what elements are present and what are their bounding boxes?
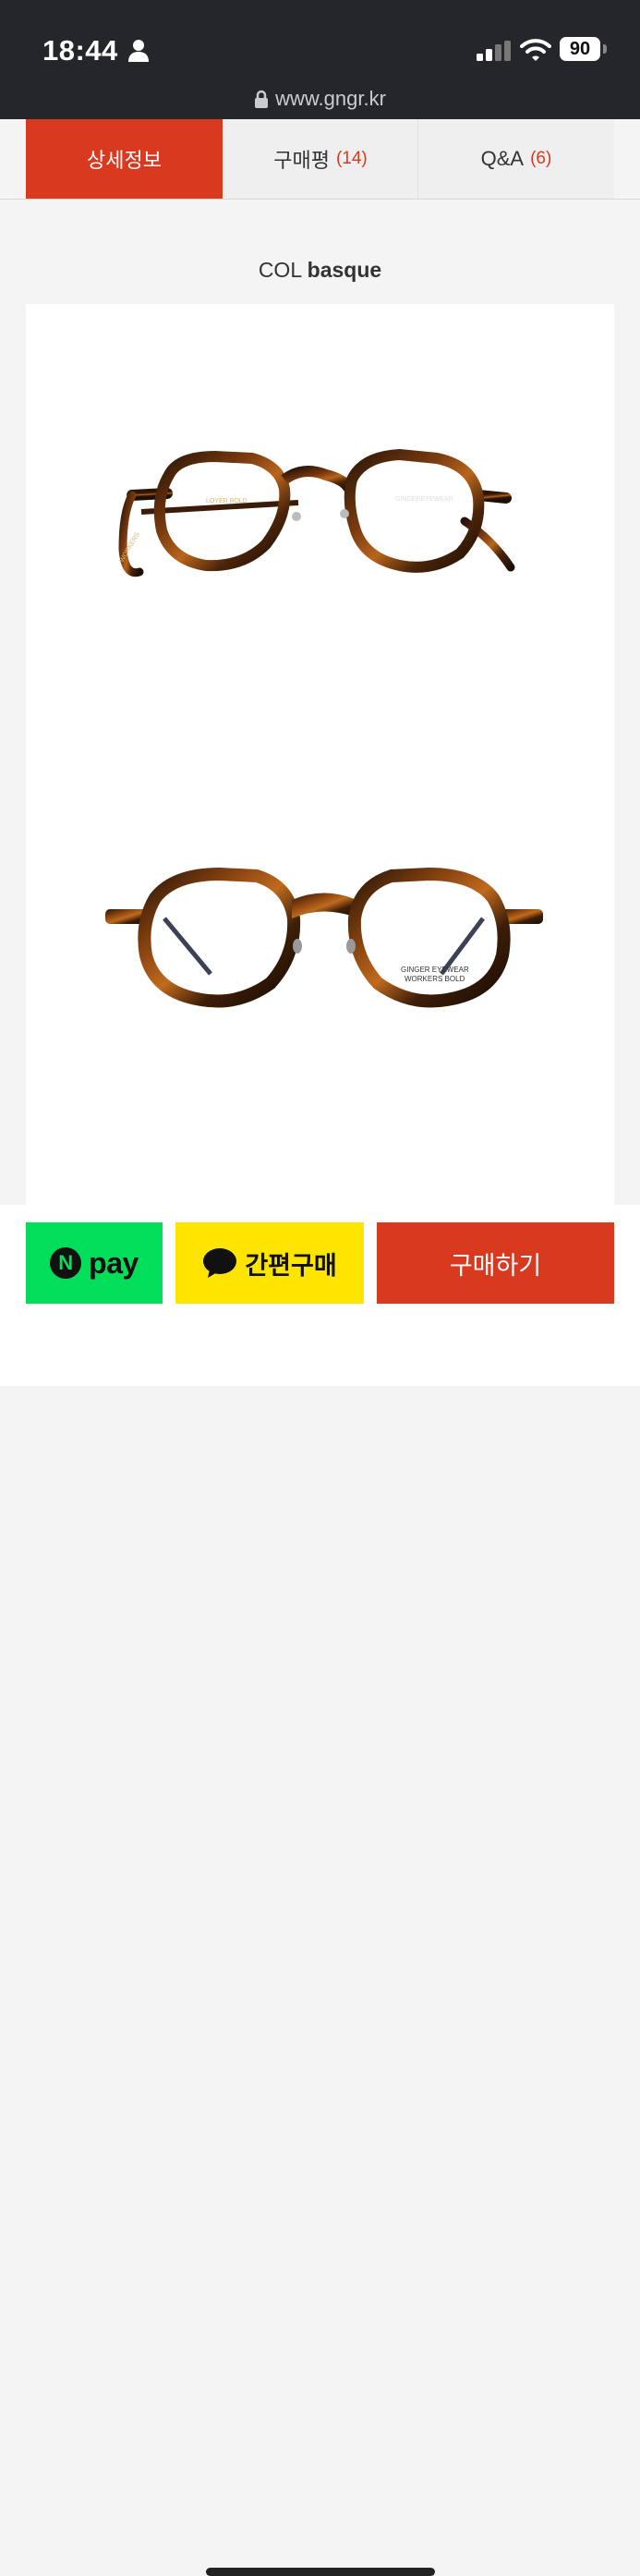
url-bar[interactable]: www.gngr.kr [0,85,640,113]
tab-label: 상세정보 [87,149,162,172]
tab-count: (14) [335,149,368,168]
naver-pay-button[interactable]: N pay [26,1222,163,1304]
lens-logo-line-1: GINGER EYEWEAR [401,966,469,974]
person-icon [128,40,149,62]
battery-indicator: 90 [560,37,608,63]
tab-qna[interactable]: Q&A (6) [418,119,614,199]
glasses-angled-image: LOYER BOLD GINGEREYEWEAR WORKERS [118,448,515,577]
product-name: basque [307,258,382,282]
temple-engraving: LOYER BOLD [206,498,248,504]
buy-now-button[interactable]: 구매하기 [377,1222,614,1304]
wifi-icon [520,39,551,61]
tab-label: Q&A [480,147,525,170]
status-time: 18:44 [42,34,118,67]
kakao-quick-buy-button[interactable]: 간편구매 [175,1222,364,1304]
product-title: COL basque [0,258,640,283]
product-image-panel: LOYER BOLD GINGEREYEWEAR WORKERS GINGER … [26,304,614,1205]
tab-count: (6) [530,149,552,168]
product-prefix: COL [258,258,302,282]
npay-label: pay [89,1245,139,1280]
kakao-quick-buy-label: 간편구매 [245,1251,337,1280]
naver-n-icon: N [50,1247,82,1279]
tab-label: 구매평 [273,149,330,172]
home-indicator[interactable] [206,2568,435,2576]
status-bar: 18:44 90 www.gngr.kr [0,0,640,119]
url-text: www.gngr.kr [275,87,386,110]
lens-logo-line-2: WORKERS BOLD [405,975,465,983]
cellular-signal-icon [477,41,511,61]
product-tabs: 상세정보 구매평 (14) Q&A (6) [0,119,640,200]
battery-level: 90 [560,37,600,61]
glasses-front-image: GINGER EYEWEAR WORKERS BOLD [105,867,543,1008]
battery-tip [603,44,607,54]
tab-detail-info[interactable]: 상세정보 [26,119,223,199]
brand-engraving: GINGEREYEWEAR [395,496,453,503]
speech-bubble-icon [203,1248,237,1278]
lock-icon [255,90,269,108]
tab-reviews[interactable]: 구매평 (14) [223,119,418,199]
buy-now-label: 구매하기 [449,1251,542,1280]
purchase-action-bar: N pay 간편구매 구매하기 [0,1205,640,2576]
